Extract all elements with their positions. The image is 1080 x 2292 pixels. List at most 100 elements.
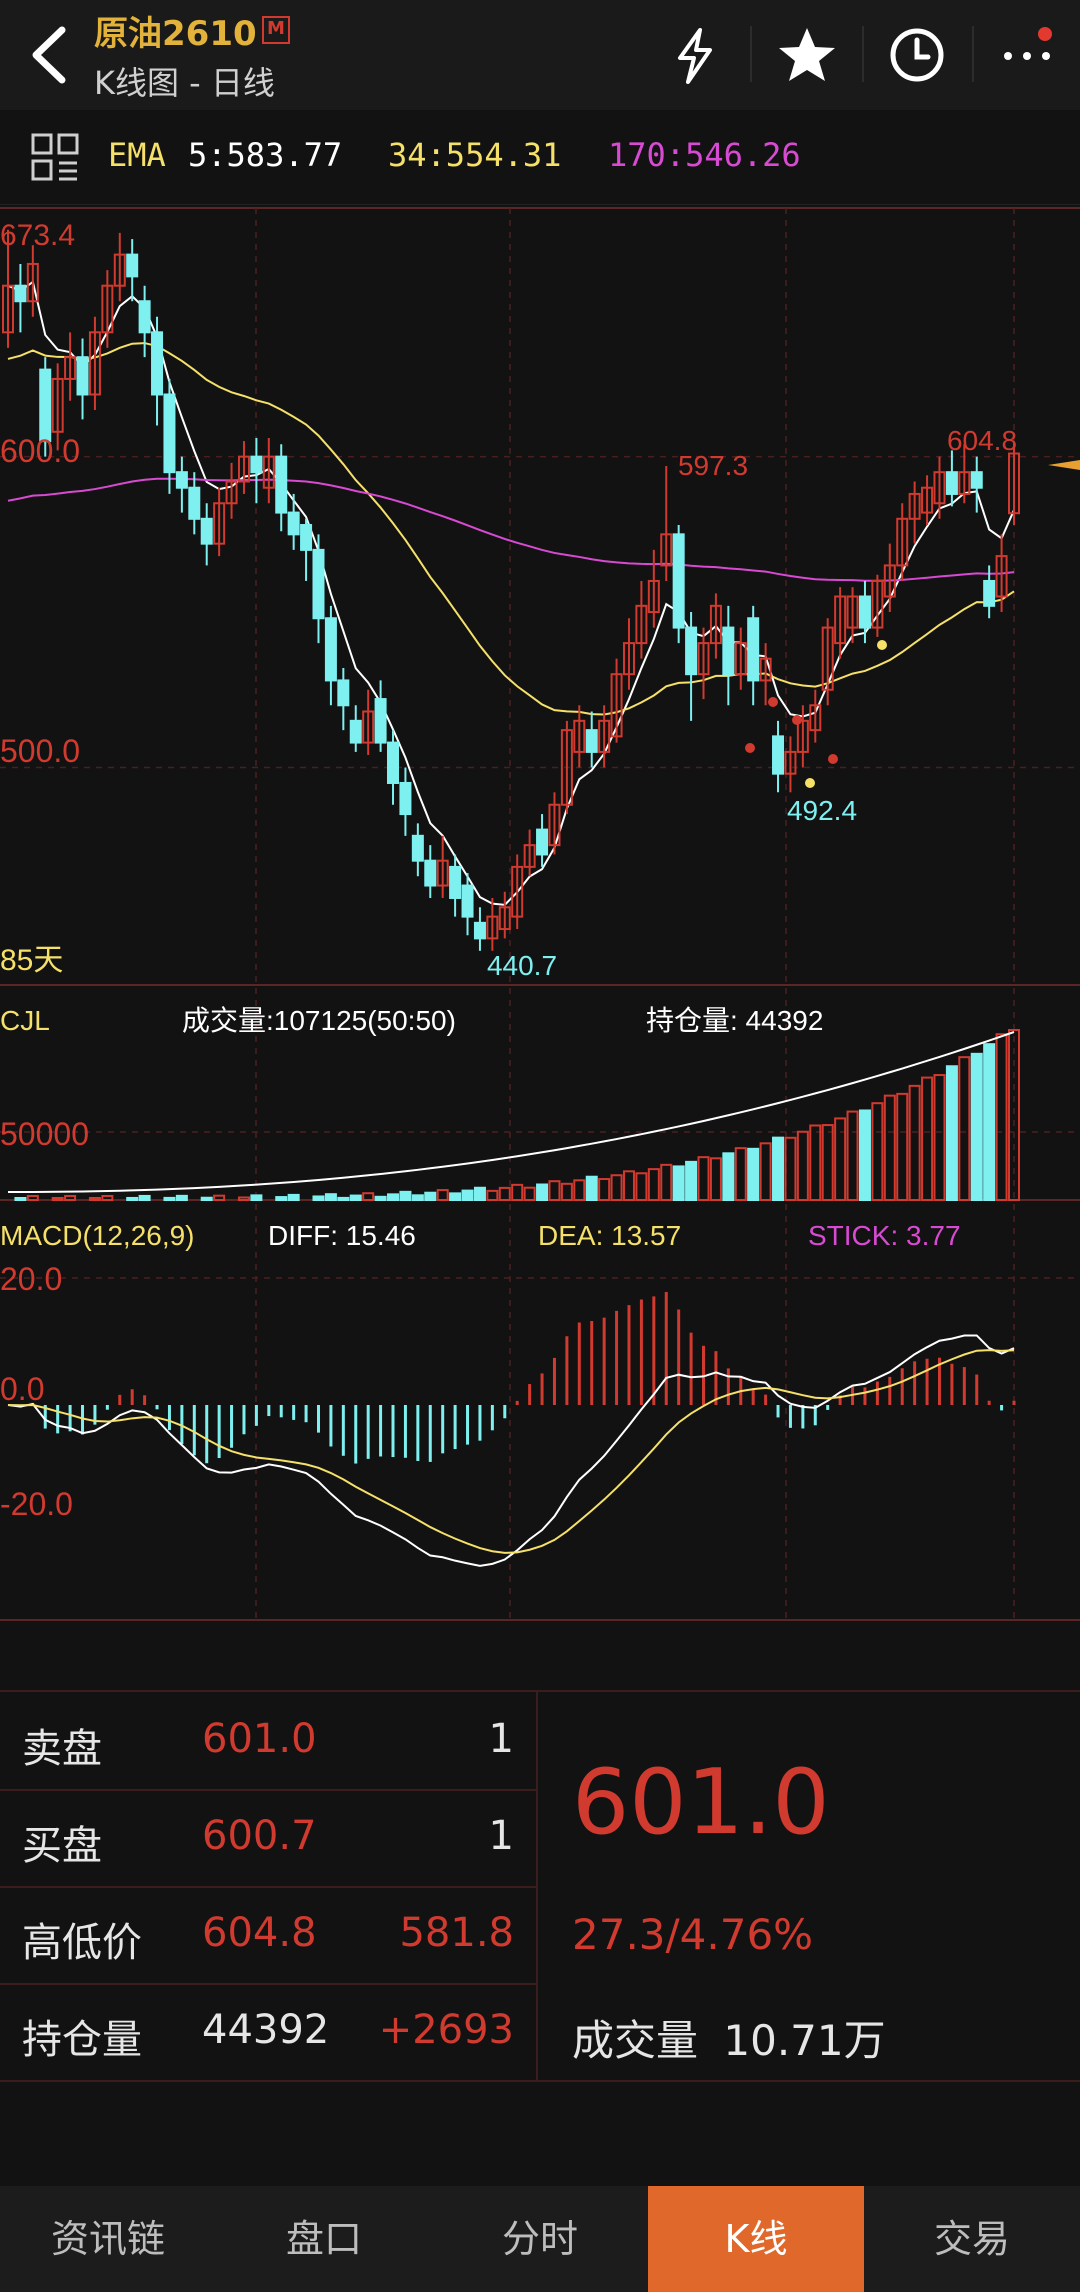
- candle-body: [672, 533, 685, 629]
- tab-order-book[interactable]: 盘口: [216, 2186, 432, 2292]
- volume-bar: [536, 1183, 549, 1202]
- candle-body: [324, 617, 337, 682]
- ask-volume: 1: [488, 1716, 514, 1762]
- annotation-high-597: 597.3: [678, 450, 748, 481]
- ema-170-line: [7, 477, 1015, 582]
- lightning-icon[interactable]: [660, 20, 730, 90]
- volume-bar: [250, 1194, 263, 1202]
- price-label-top: 673.4: [0, 219, 75, 252]
- volume-bar: [374, 1195, 387, 1201]
- signal-dot: [792, 715, 802, 725]
- volume-bar: [461, 1189, 474, 1201]
- open-interest-change: +2693: [378, 2007, 514, 2053]
- volume-bar: [237, 1196, 250, 1202]
- candle-body: [250, 455, 263, 474]
- ema-34-value: 34:554.31: [388, 136, 562, 174]
- bid-volume: 1: [488, 1813, 514, 1859]
- volume-bar: [175, 1194, 188, 1201]
- star-icon[interactable]: [772, 20, 842, 90]
- open-interest-label: 持仓量: [22, 2017, 142, 2063]
- candle-body: [163, 393, 176, 474]
- volume-bar: [387, 1193, 400, 1201]
- macd-dea-line: [7, 1349, 1015, 1554]
- candle-body: [473, 921, 486, 940]
- volume-bar: [846, 1110, 859, 1201]
- volume-bar: [958, 1056, 971, 1201]
- high-low-label: 高低价: [22, 1920, 142, 1966]
- volume-bar: [287, 1193, 300, 1202]
- candle-body: [747, 617, 760, 682]
- volume-label: 成交量: [572, 2016, 699, 2065]
- candle-body: [337, 679, 350, 707]
- volume-bar: [759, 1142, 772, 1202]
- volume-bar: [610, 1174, 623, 1201]
- tab-trade[interactable]: 交易: [864, 2186, 1080, 2292]
- volume-bar: [523, 1186, 536, 1202]
- candle-body: [722, 626, 735, 676]
- volume-bar: [945, 1065, 958, 1202]
- volume-bar: [784, 1136, 797, 1202]
- volume-bar: [14, 1197, 27, 1202]
- volume-bar: [64, 1194, 77, 1202]
- volume-bar: [858, 1109, 871, 1201]
- volume-bar: [672, 1165, 685, 1202]
- candle-body: [76, 356, 89, 396]
- candle-body: [275, 455, 288, 514]
- volume-bar: [101, 1194, 114, 1201]
- price-label-500: 500.0: [0, 733, 80, 769]
- header-separator: [862, 26, 864, 82]
- volume-bar: [908, 1084, 921, 1201]
- macd-level-minus20: -20.0: [0, 1486, 73, 1522]
- ema-5-value: 5:583.77: [188, 136, 343, 174]
- volume-bar: [722, 1152, 735, 1202]
- candle-body: [685, 626, 698, 676]
- volume-bar: [548, 1180, 561, 1201]
- layout-grid-icon[interactable]: [30, 132, 80, 182]
- bid-row[interactable]: 买盘 600.7 1: [0, 1789, 538, 1888]
- candle-body: [424, 859, 437, 887]
- candle-body: [449, 865, 462, 899]
- chart-subtitle[interactable]: K线图 - 日线: [94, 58, 275, 104]
- volume-bar: [486, 1189, 499, 1202]
- volume-bar: [585, 1175, 598, 1201]
- tab-news-chain[interactable]: 资讯链: [0, 2186, 216, 2292]
- cjl-label: CJL: [0, 1005, 50, 1036]
- volume-bar: [995, 1033, 1008, 1201]
- tab-intraday[interactable]: 分时: [432, 2186, 648, 2292]
- volume-bar: [473, 1186, 486, 1201]
- ema-label[interactable]: EMA: [108, 136, 166, 174]
- candle-body: [411, 834, 424, 862]
- back-arrow-icon[interactable]: [20, 20, 80, 90]
- candle-body: [772, 735, 785, 775]
- header-separator: [750, 26, 752, 82]
- last-price: 601.0: [572, 1750, 830, 1855]
- volume-level-label: 50000: [0, 1116, 89, 1152]
- days-label: 85天: [0, 944, 63, 977]
- ema-170-value: 170:546.26: [608, 136, 801, 174]
- candle-body: [138, 300, 151, 334]
- ask-row[interactable]: 卖盘 601.0 1: [0, 1692, 538, 1791]
- macd-diff: DIFF: 15.46: [268, 1220, 416, 1251]
- candle-body: [536, 828, 549, 856]
- volume-bar: [573, 1179, 586, 1201]
- candle-body: [585, 729, 598, 753]
- more-icon[interactable]: [992, 20, 1062, 90]
- volume-bar: [88, 1196, 101, 1201]
- volume-bar: [598, 1178, 611, 1201]
- candle-body: [175, 471, 188, 489]
- kline-chart[interactable]: 673.4 600.0 500.0 85天 597.3 604.8 440.7 492.4 CJ…: [0, 204, 1080, 1630]
- candle-body: [300, 524, 313, 551]
- signal-dot: [805, 778, 815, 788]
- candle-body: [126, 253, 139, 278]
- ema-34-line: [7, 342, 1015, 716]
- volume-bar: [424, 1191, 437, 1201]
- volume-bar: [163, 1196, 176, 1201]
- macd-bars: [7, 1291, 1016, 1567]
- clock-icon[interactable]: [882, 20, 952, 90]
- candle-body: [970, 471, 983, 489]
- header-separator: [972, 26, 974, 82]
- price-change: 27.3/4.76%: [572, 1910, 814, 1959]
- candlesticks: [2, 229, 1020, 951]
- volume-bar: [138, 1194, 151, 1201]
- tab-kline[interactable]: K线: [648, 2186, 864, 2292]
